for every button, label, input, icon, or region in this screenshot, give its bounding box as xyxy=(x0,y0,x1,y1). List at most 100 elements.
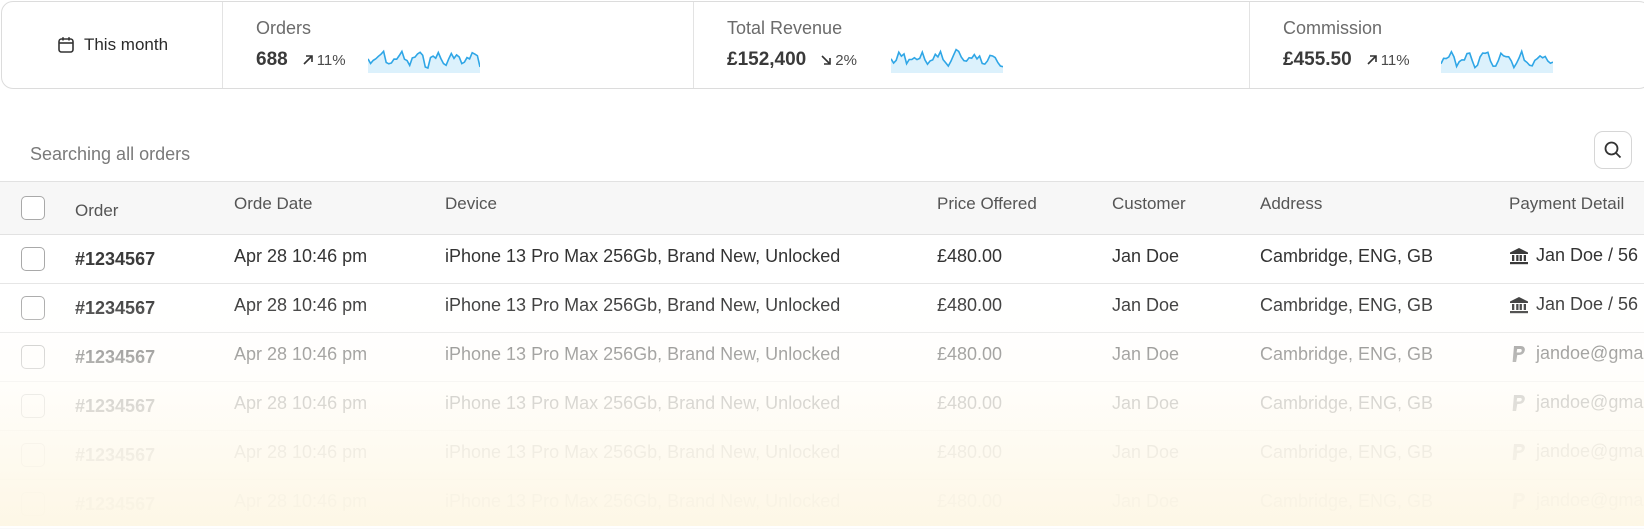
table-row[interactable]: #1234567 Apr 28 10:46 pm iPhone 13 Pro Max… xyxy=(0,480,1644,529)
order-date: Apr 28 10:46 pm xyxy=(234,491,368,511)
row-checkbox[interactable] xyxy=(21,443,45,467)
payment-detail: Jan Doe / 56 xyxy=(1509,245,1638,266)
table-body: #1234567 Apr 28 10:46 pm iPhone 13 Pro Max… xyxy=(0,235,1644,529)
order-date: Apr 28 10:46 pm xyxy=(234,295,368,315)
stat-value: 688 xyxy=(256,49,288,70)
payment-detail: jandoe@gma xyxy=(1509,490,1643,511)
arrow-up-right-icon xyxy=(303,55,313,65)
stat-change: 11% xyxy=(302,52,346,69)
sparkline-chart xyxy=(368,49,480,73)
customer: Jan Doe xyxy=(1112,344,1180,364)
period-label: This month xyxy=(83,35,169,54)
search-input[interactable] xyxy=(28,138,1332,170)
address: Cambridge, ENG, GB xyxy=(1260,344,1434,364)
header-order[interactable]: Order xyxy=(75,201,118,221)
order-id[interactable]: #1234567 xyxy=(75,494,155,515)
stat-change: 2% xyxy=(820,52,857,69)
stat-commission: Commission £455.50 11% xyxy=(1250,2,1644,88)
price-offered: £480.00 xyxy=(937,393,1003,413)
header-payment[interactable]: Payment Detail xyxy=(1509,194,1624,214)
order-date: Apr 28 10:46 pm xyxy=(234,393,368,413)
row-checkbox[interactable] xyxy=(21,296,45,320)
paypal-icon xyxy=(1509,442,1529,462)
bank-icon xyxy=(1509,295,1529,315)
table-row[interactable]: #1234567 Apr 28 10:46 pm iPhone 13 Pro Max… xyxy=(0,382,1644,431)
price-offered: £480.00 xyxy=(937,295,1003,315)
device: iPhone 13 Pro Max 256Gb, Brand New, Unlo… xyxy=(445,246,841,266)
customer: Jan Doe xyxy=(1112,393,1180,413)
row-checkbox[interactable] xyxy=(21,247,45,271)
price-offered: £480.00 xyxy=(937,442,1003,462)
order-date: Apr 28 10:46 pm xyxy=(234,442,368,462)
period-selector[interactable]: This month xyxy=(2,2,223,88)
address: Cambridge, ENG, GB xyxy=(1260,442,1434,462)
stat-label: Commission xyxy=(1283,18,1383,38)
search-button[interactable] xyxy=(1594,131,1632,169)
payment-text: jandoe@gma xyxy=(1536,392,1644,412)
price-offered: £480.00 xyxy=(937,246,1003,266)
payment-text: Jan Doe / 56 xyxy=(1536,294,1639,314)
order-date: Apr 28 10:46 pm xyxy=(234,344,368,364)
table-row[interactable]: #1234567 Apr 28 10:46 pm iPhone 13 Pro Max… xyxy=(0,431,1644,480)
payment-text: jandoe@gma xyxy=(1536,343,1644,363)
calendar-icon xyxy=(58,37,74,53)
order-date: Apr 28 10:46 pm xyxy=(234,246,368,266)
table-row[interactable]: #1234567 Apr 28 10:46 pm iPhone 13 Pro Max… xyxy=(0,333,1644,382)
header-price[interactable]: Price Offered xyxy=(937,194,1037,214)
paypal-icon xyxy=(1509,393,1529,413)
payment-detail: jandoe@gma xyxy=(1509,392,1643,413)
row-checkbox[interactable] xyxy=(21,492,45,516)
header-customer[interactable]: Customer xyxy=(1112,194,1186,214)
device: iPhone 13 Pro Max 256Gb, Brand New, Unlo… xyxy=(445,491,841,511)
order-id[interactable]: #1234567 xyxy=(75,249,155,270)
search-bar xyxy=(12,130,1632,174)
address: Cambridge, ENG, GB xyxy=(1260,295,1434,315)
row-checkbox[interactable] xyxy=(21,394,45,418)
stat-change: 11% xyxy=(1366,52,1410,69)
device: iPhone 13 Pro Max 256Gb, Brand New, Unlo… xyxy=(445,344,841,364)
order-id[interactable]: #1234567 xyxy=(75,298,155,319)
stat-change-value: 11% xyxy=(1380,51,1410,69)
paypal-icon xyxy=(1509,491,1529,511)
paypal-icon xyxy=(1509,344,1529,364)
customer: Jan Doe xyxy=(1112,491,1180,511)
payment-text: jandoe@gma xyxy=(1536,490,1644,510)
sparkline-chart xyxy=(891,48,1003,73)
payment-detail: jandoe@gma xyxy=(1509,441,1643,462)
bank-icon xyxy=(1509,246,1529,266)
header-address[interactable]: Address xyxy=(1260,194,1322,214)
price-offered: £480.00 xyxy=(937,491,1003,511)
address: Cambridge, ENG, GB xyxy=(1260,491,1434,511)
row-checkbox[interactable] xyxy=(21,345,45,369)
stats-bar: This month Orders 688 11% Total Revenue … xyxy=(1,1,1644,89)
table-row[interactable]: #1234567 Apr 28 10:46 pm iPhone 13 Pro Max… xyxy=(0,235,1644,284)
stat-total-revenue: Total Revenue £152,400 2% xyxy=(694,2,1250,88)
select-all-checkbox[interactable] xyxy=(21,196,45,220)
order-id[interactable]: #1234567 xyxy=(75,396,155,417)
payment-detail: jandoe@gma xyxy=(1509,343,1643,364)
stat-label: Orders xyxy=(256,18,312,38)
address: Cambridge, ENG, GB xyxy=(1260,246,1434,266)
header-date[interactable]: Orde Date xyxy=(234,194,312,214)
orders-table: Order Orde Date Device Price Offered Cus… xyxy=(0,181,1644,529)
order-id[interactable]: #1234567 xyxy=(75,445,155,466)
search-icon xyxy=(1604,141,1622,159)
customer: Jan Doe xyxy=(1112,442,1180,462)
stat-orders: Orders 688 11% xyxy=(223,2,694,88)
table-row[interactable]: #1234567 Apr 28 10:46 pm iPhone 13 Pro Max… xyxy=(0,284,1644,333)
table-header: Order Orde Date Device Price Offered Cus… xyxy=(0,181,1644,235)
payment-text: jandoe@gma xyxy=(1536,441,1644,461)
header-device[interactable]: Device xyxy=(445,194,497,214)
address: Cambridge, ENG, GB xyxy=(1260,393,1434,413)
device: iPhone 13 Pro Max 256Gb, Brand New, Unlo… xyxy=(445,295,841,315)
device: iPhone 13 Pro Max 256Gb, Brand New, Unlo… xyxy=(445,442,841,462)
stat-change-value: 11% xyxy=(316,51,346,69)
order-id[interactable]: #1234567 xyxy=(75,347,155,368)
price-offered: £480.00 xyxy=(937,344,1003,364)
customer: Jan Doe xyxy=(1112,246,1180,266)
arrow-down-right-icon xyxy=(821,55,832,65)
sparkline-chart xyxy=(1441,48,1553,73)
stat-change-value: 2% xyxy=(835,51,857,69)
payment-detail: Jan Doe / 56 xyxy=(1509,294,1638,315)
stat-label: Total Revenue xyxy=(727,18,843,38)
